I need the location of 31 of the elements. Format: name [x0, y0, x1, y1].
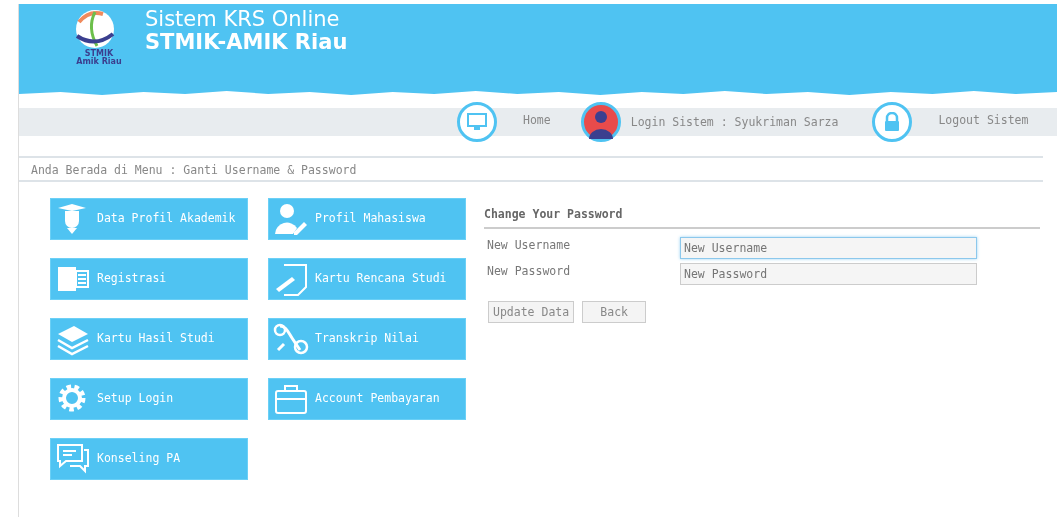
- briefcase-icon: [273, 382, 309, 416]
- form-button[interactable]: Update Data: [488, 301, 575, 324]
- chat-icon: [55, 442, 91, 476]
- logo-text: Amik Riau: [75, 58, 123, 66]
- input-field[interactable]: New Password: [680, 263, 977, 286]
- menu-button[interactable]: Kartu Hasil Studi: [50, 318, 248, 360]
- menu-button[interactable]: Profil Mahasiswa: [268, 198, 466, 240]
- menu-button[interactable]: Account Pembayaran: [268, 378, 466, 420]
- menu-button[interactable]: Konseling PA: [50, 438, 248, 480]
- monitor-icon[interactable]: [457, 102, 497, 142]
- institution-name: STMIK-AMIK Riau: [145, 31, 348, 55]
- field-label: New Username: [486, 237, 572, 255]
- menu-button[interactable]: Data Profil Akademik: [50, 198, 248, 240]
- input-field[interactable]: New Username: [680, 237, 977, 260]
- scroll-icon: [273, 322, 309, 356]
- lock-icon[interactable]: [872, 102, 913, 142]
- user-label: Login Sistem : Syukriman Sarza: [630, 114, 839, 131]
- nav-link[interactable]: Logout Sistem: [938, 112, 1029, 130]
- menu-button[interactable]: Transkrip Nilai: [268, 318, 466, 360]
- form-title: Change Your Password: [484, 206, 1040, 230]
- user-pencil-icon: [273, 202, 309, 236]
- field-label: New Password: [486, 263, 572, 281]
- menu-button[interactable]: Setup Login: [50, 378, 248, 420]
- breadcrumb-text: Anda Berada di Menu : Ganti Username & Password: [31, 163, 357, 177]
- menu-button[interactable]: Kartu Rencana Studi: [268, 258, 466, 300]
- nav-link[interactable]: Home: [523, 112, 551, 130]
- app-title: Sistem KRS Online: [145, 8, 341, 32]
- logo-text: STMIK: [84, 50, 114, 58]
- avatar: [580, 102, 621, 142]
- form-button[interactable]: Back: [582, 301, 647, 324]
- menu-button[interactable]: Registrasi: [50, 258, 248, 300]
